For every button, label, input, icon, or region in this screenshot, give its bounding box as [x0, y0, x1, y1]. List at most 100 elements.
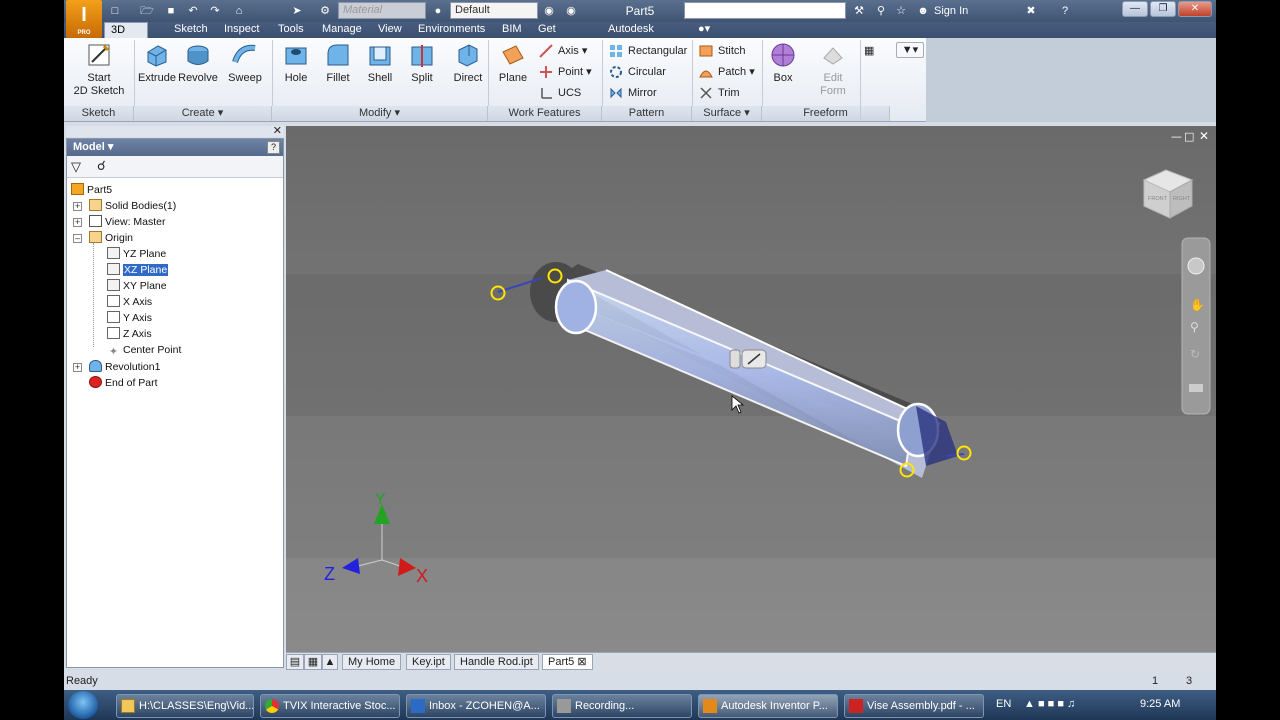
tree-item-z-axis[interactable]: Z Axis [107, 326, 152, 342]
create-panel-title[interactable]: Create ▾ [134, 106, 272, 121]
start-2d-sketch-button[interactable]: Start 2D Sketch [72, 42, 126, 98]
tree-item-revolution[interactable]: Revolution1 [89, 359, 160, 375]
tree-item-y-axis[interactable]: Y Axis [107, 310, 152, 326]
search-icon[interactable]: ⚲ [874, 3, 888, 19]
tree-item-view-master[interactable]: View: Master [89, 214, 166, 230]
graphics-viewport[interactable]: FRONT RIGHT — □ ✕ ✋ ⚲ ↻ Y Z X [286, 126, 1216, 670]
trim-button[interactable]: Trim [698, 84, 740, 102]
browser-title[interactable]: Model ▾ [67, 139, 283, 156]
tree-item-part[interactable]: Part5 [71, 182, 112, 198]
tab-inspect[interactable]: Inspect [218, 22, 265, 38]
tree-item-xz-plane[interactable]: XZ Plane [107, 262, 169, 278]
model-canvas[interactable]: FRONT RIGHT — □ ✕ ✋ ⚲ ↻ Y Z X [286, 126, 1216, 670]
fillet-button[interactable]: Fillet [320, 42, 356, 85]
sign-in-link[interactable]: Sign In [934, 3, 994, 19]
inventor-logo[interactable]: I PRO [66, 0, 102, 38]
viewport-restore-icon[interactable]: □ [1184, 130, 1194, 143]
point-button[interactable]: Point ▾ [538, 63, 592, 81]
modify-panel-title[interactable]: Modify ▾ [272, 106, 488, 121]
stitch-button[interactable]: Stitch [698, 42, 746, 60]
task-recording[interactable]: Recording... [552, 694, 692, 718]
sweep-button[interactable]: Sweep [224, 42, 266, 85]
tree-item-solid-bodies[interactable]: Solid Bodies(1) [89, 198, 176, 214]
tree-item-origin[interactable]: Origin [89, 230, 133, 246]
tab-manage[interactable]: Manage [316, 22, 368, 38]
shell-button[interactable]: Shell [362, 42, 398, 85]
doc-tab-key-ipt[interactable]: Key.ipt [406, 654, 451, 670]
mini-toolbar[interactable] [729, 349, 767, 369]
tree-item-center-point[interactable]: ✦ Center Point [107, 342, 181, 358]
viewport-minimize-icon[interactable]: — [1171, 130, 1182, 143]
help-icon[interactable]: ? [1058, 3, 1072, 19]
appearance-combo[interactable]: Default [450, 2, 538, 19]
tree-expander[interactable]: – [73, 234, 82, 243]
home-icon[interactable]: ⌂ [232, 3, 246, 19]
tab-environments[interactable]: Environments [412, 22, 491, 38]
ribbon-options-icon[interactable]: ●▾ [692, 22, 716, 38]
navigation-bar[interactable]: ✋ ⚲ ↻ [1181, 237, 1211, 415]
tab-tools[interactable]: Tools [272, 22, 310, 38]
tree-expander[interactable]: + [73, 218, 82, 227]
tree-item-end-of-part[interactable]: End of Part [89, 375, 158, 391]
help-search-input[interactable] [684, 2, 846, 19]
revolve-button[interactable]: Revolve [178, 42, 218, 85]
start-button[interactable] [68, 691, 98, 719]
task-chrome[interactable]: TVIX Interactive Stoc... [260, 694, 400, 718]
ucs-button[interactable]: UCS [538, 84, 581, 102]
tree-expander[interactable]: + [73, 202, 82, 211]
language-indicator[interactable]: EN [996, 698, 1011, 710]
pan-icon[interactable]: ✋ [1190, 298, 1205, 312]
task-pdf[interactable]: Vise Assembly.pdf - ... [844, 694, 984, 718]
patch-button[interactable]: Patch ▾ [698, 63, 755, 81]
open-file-icon[interactable]: 🗁 [140, 3, 154, 19]
open-documents-icon[interactable]: ▲ [322, 654, 338, 670]
hole-button[interactable]: Hole [278, 42, 314, 85]
new-file-icon[interactable]: □ [108, 3, 122, 19]
edit-form-button[interactable]: Edit Form [810, 42, 856, 98]
task-outlook[interactable]: Inbox - ZCOHEN@A... [406, 694, 546, 718]
tab-view[interactable]: View [372, 22, 408, 38]
viewport-close-icon[interactable]: ✕ [1199, 129, 1209, 143]
cascade-windows-icon[interactable]: ▦ [304, 654, 322, 670]
material-combo[interactable]: Material [338, 2, 426, 19]
direct-edit-button[interactable]: Direct [448, 42, 488, 85]
doc-tab-part5[interactable]: Part5 ⊠ [542, 654, 593, 670]
tree-expander[interactable]: + [73, 363, 82, 372]
favorites-icon[interactable]: ☆ [894, 3, 908, 19]
tab-sketch[interactable]: Sketch [168, 22, 214, 38]
tab-bim[interactable]: BIM [496, 22, 528, 38]
split-button[interactable]: Split [404, 42, 440, 85]
tree-item-xy-plane[interactable]: XY Plane [107, 278, 167, 294]
tab-get-started[interactable]: Get Started [532, 22, 579, 50]
circular-pattern-button[interactable]: Circular [608, 63, 666, 81]
plane-button[interactable]: Plane [494, 42, 532, 85]
axis-button[interactable]: Axis ▾ [538, 42, 587, 60]
close-button[interactable]: ✕ [1178, 1, 1212, 17]
doc-tab-handle-rod[interactable]: Handle Rod.ipt [454, 654, 539, 670]
zoom-icon[interactable]: ⚲ [1190, 320, 1199, 334]
task-inventor[interactable]: Autodesk Inventor P... [698, 694, 838, 718]
filter-icon[interactable]: ▽ [71, 159, 81, 175]
rectangular-pattern-button[interactable]: Rectangular [608, 42, 687, 60]
mirror-button[interactable]: Mirror [608, 84, 657, 102]
tab-autodesk-360[interactable]: Autodesk 360 [602, 22, 660, 50]
tab-3d-model[interactable]: 3D Model [104, 22, 148, 51]
task-explorer[interactable]: H:\CLASSES\Eng\Vid... [116, 694, 254, 718]
orbit-icon[interactable]: ↻ [1190, 347, 1200, 361]
expand-ribbon-icon[interactable]: ▼▾ [896, 42, 924, 58]
undo-icon[interactable]: ↶ [186, 3, 200, 19]
adjust-icon[interactable]: ◉ [564, 3, 578, 19]
find-icon[interactable]: ☌ [97, 158, 106, 174]
wrench-icon[interactable]: ⚒ [852, 3, 866, 19]
clock[interactable]: 9:25 AM [1140, 698, 1180, 710]
minimize-button[interactable]: — [1122, 1, 1148, 17]
extrude-button[interactable]: Extrude [138, 42, 176, 85]
surface-panel-title[interactable]: Surface ▾ [692, 106, 762, 121]
browser-help-icon[interactable]: ? [267, 141, 280, 154]
browser-close-icon[interactable]: ✕ [273, 124, 282, 137]
box-freeform-button[interactable]: Box [766, 42, 800, 85]
doc-tab-close-icon[interactable]: ⊠ [577, 656, 586, 668]
exchange-icon[interactable]: ✖ [1024, 3, 1038, 19]
select-icon[interactable]: ➤ [290, 3, 304, 19]
clear-appearance-icon[interactable]: ◉ [542, 3, 556, 19]
